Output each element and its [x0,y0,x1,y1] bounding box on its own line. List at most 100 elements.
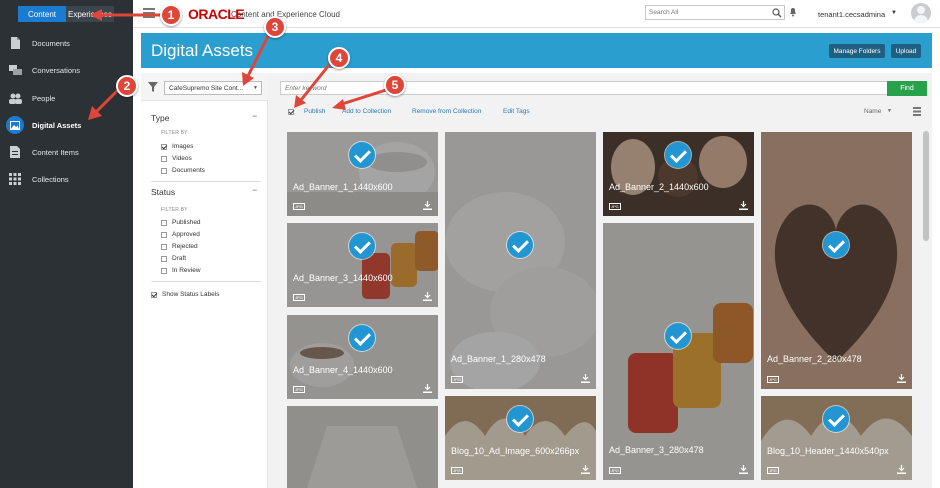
download-icon[interactable] [423,384,432,393]
filter-in-review[interactable]: In Review [161,266,201,275]
download-icon[interactable] [897,374,906,383]
selected-check-icon[interactable] [665,323,691,349]
asset-tile[interactable]: Ad_Banner_1_1440x600 JPG [287,132,438,216]
download-icon[interactable] [423,292,432,301]
download-icon[interactable] [581,465,590,474]
selected-check-icon[interactable] [349,233,375,259]
selected-check-icon[interactable] [823,232,849,258]
checkbox[interactable] [161,267,167,274]
divider [151,181,261,182]
filter-by-label: FILTER BY [161,130,188,136]
asset-tile[interactable]: Blog_10_Ad_Image_600x266px JPG [445,396,596,480]
sidebar-item-people[interactable]: People [0,87,133,109]
type-section-heading: Type [151,113,170,123]
selected-check-icon[interactable] [507,406,533,432]
collapse-icon[interactable]: − [252,185,257,195]
show-status-labels-toggle[interactable]: Show Status Labels [151,290,219,299]
checkbox[interactable] [161,155,167,162]
asset-tile[interactable] [287,406,438,488]
checkbox[interactable] [161,143,167,150]
collapse-icon[interactable]: − [252,111,257,121]
notifications-icon[interactable] [788,7,798,17]
sidebar-item-label: Collections [32,174,69,184]
selection-overlay [287,406,438,488]
asset-tile[interactable]: Ad_Banner_3_1440x600 JPG [287,223,438,307]
selected-check-icon[interactable] [349,325,375,351]
list-view-icon[interactable] [913,107,921,116]
asset-tile[interactable]: Ad_Banner_2_1440x600 JPG [603,132,754,216]
selected-check-icon[interactable] [349,142,375,168]
checkbox[interactable] [161,255,167,262]
select-all-checkbox[interactable] [288,109,294,115]
remove-from-collection-button[interactable]: Remove from Collection [412,108,481,115]
avatar[interactable] [911,3,931,23]
download-icon[interactable] [739,465,748,474]
content-mode-tab[interactable]: Content [18,6,66,22]
keyword-search-bar [280,81,926,95]
sidebar-item-collections[interactable]: Collections [0,168,133,190]
filter-videos[interactable]: Videos [161,154,192,163]
asset-tile[interactable]: Blog_10_Header_1440x540px JPG [761,396,912,480]
checkbox[interactable] [161,231,167,238]
edit-tags-button[interactable]: Edit Tags [503,108,530,115]
filter-draft[interactable]: Draft [161,254,186,263]
file-type-badge: JPG [451,376,463,383]
scrollbar[interactable] [923,131,929,483]
scroll-thumb[interactable] [923,131,929,241]
collection-select[interactable]: CafeSupremo Site Cont... ▼ [164,81,262,95]
content-items-icon [8,145,22,159]
experiences-mode-tab[interactable]: Experiences [66,6,114,22]
download-icon[interactable] [897,465,906,474]
asset-tile[interactable]: Ad_Banner_2_280x478 JPG [761,132,912,389]
checkbox[interactable] [151,291,157,298]
asset-name: Blog_10_Ad_Image_600x266px [451,446,580,456]
chevron-down-icon[interactable]: ▼ [887,108,892,114]
checkbox[interactable] [161,243,167,250]
search-input[interactable] [646,6,766,19]
filter-label: Images [172,143,194,150]
search-icon[interactable] [772,8,782,18]
filter-rejected[interactable]: Rejected [161,242,198,251]
sidebar-item-content-items[interactable]: Content Items [0,141,133,163]
filter-icon[interactable] [148,82,158,92]
hamburger-menu-icon[interactable] [143,8,155,18]
page-banner: Digital Assets Manage Folders Upload [141,33,932,68]
sidebar-item-label: Content Items [32,147,79,157]
asset-tile[interactable]: Ad_Banner_1_280x478 JPG [445,132,596,389]
chevron-down-icon[interactable]: ▼ [891,10,897,16]
selected-check-icon[interactable] [665,142,691,168]
selection-overlay [761,132,912,389]
sidebar-item-digital-assets[interactable]: Digital Assets [0,114,133,136]
user-name[interactable]: tenant1.cecsadmina [818,10,885,19]
filter-approved[interactable]: Approved [161,230,200,239]
find-button[interactable]: Find [887,81,927,96]
selected-check-icon[interactable] [507,232,533,258]
sidebar-item-label: Documents [32,38,70,48]
upload-button[interactable]: Upload [891,44,921,58]
collections-icon [8,172,22,186]
sidebar-item-documents[interactable]: Documents [0,32,133,54]
page-title: Digital Assets [151,41,254,60]
download-icon[interactable] [581,374,590,383]
checkbox[interactable] [161,167,167,174]
keyword-input[interactable] [281,82,841,94]
filter-images[interactable]: Images [161,142,193,151]
download-icon[interactable] [423,201,432,210]
selected-check-icon[interactable] [823,406,849,432]
publish-button[interactable]: Publish [304,108,325,115]
manage-folders-button[interactable]: Manage Folders [829,44,885,58]
asset-tile[interactable]: Ad_Banner_4_1440x600 JPG [287,315,438,399]
sort-select[interactable]: Name [864,108,881,115]
filter-published[interactable]: Published [161,218,201,227]
selection-overlay [445,132,596,389]
add-to-collection-button[interactable]: Add to Collection [342,108,391,115]
sidebar-item-conversations[interactable]: Conversations [0,59,133,81]
callout-badge-1: 1 [160,4,182,26]
checkbox[interactable] [161,219,167,226]
selection-overlay [603,223,754,480]
download-icon[interactable] [739,201,748,210]
filter-label: Documents [172,167,205,174]
filter-documents[interactable]: Documents [161,166,205,175]
asset-tile[interactable]: Ad_Banner_3_280x478 JPG [603,223,754,480]
filter-label: Draft [172,255,187,262]
